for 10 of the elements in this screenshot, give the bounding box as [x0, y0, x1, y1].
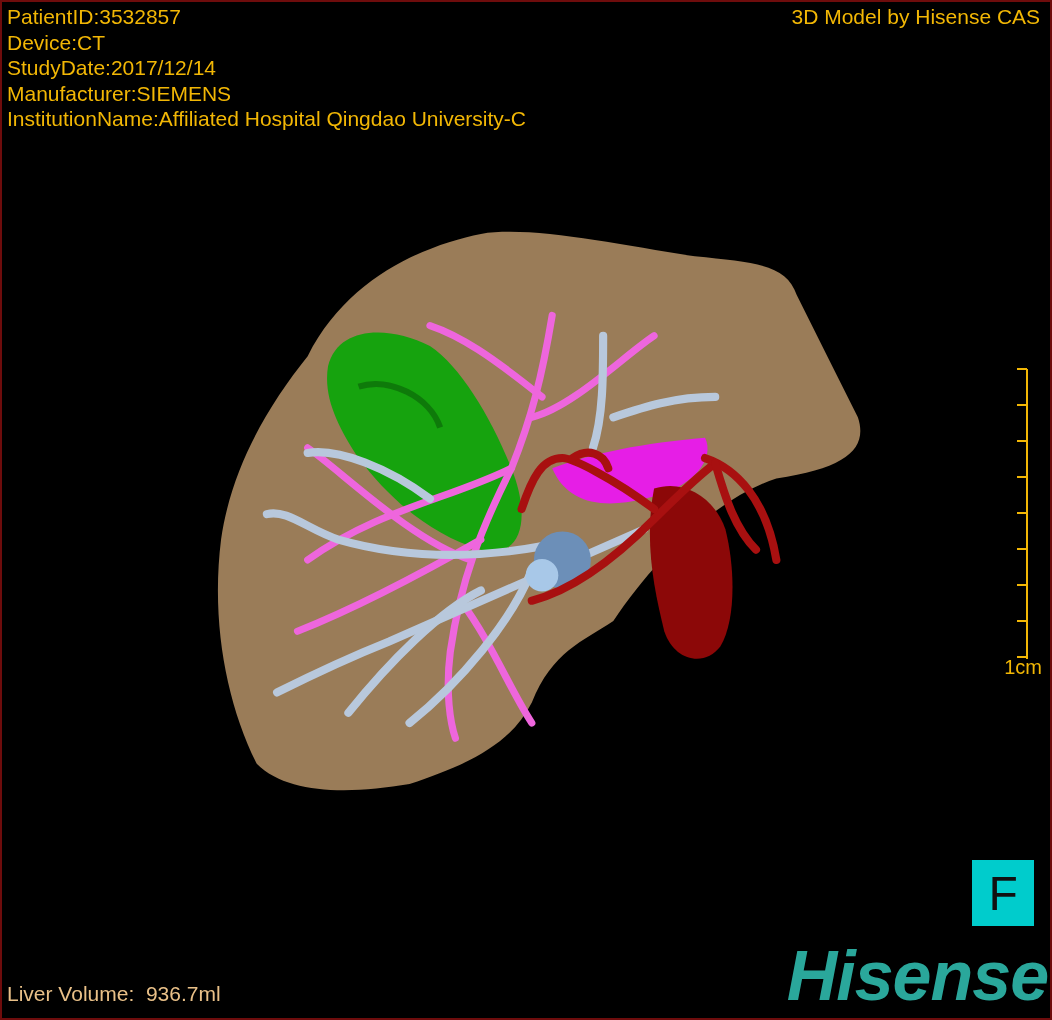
- info-text: StudyDate:2017/12/14: [7, 55, 217, 81]
- info-text: InstitutionName:Affiliated Hospital Qingdao University-C: [7, 106, 526, 132]
- info-text: Manufacturer:SIEMENS: [7, 80, 233, 106]
- orientation-badge: F: [972, 860, 1035, 926]
- model-title: 3D Model by Hisense CAS: [791, 4, 1041, 30]
- volume-text: Liver Volume: 936.7ml: [7, 982, 221, 1006]
- info-text: PatientID:3532857: [7, 4, 182, 30]
- brand-logo: Hisense: [785, 940, 1050, 1012]
- info-text: Device:CT: [7, 29, 107, 55]
- scale-label: 1cm: [1004, 655, 1042, 679]
